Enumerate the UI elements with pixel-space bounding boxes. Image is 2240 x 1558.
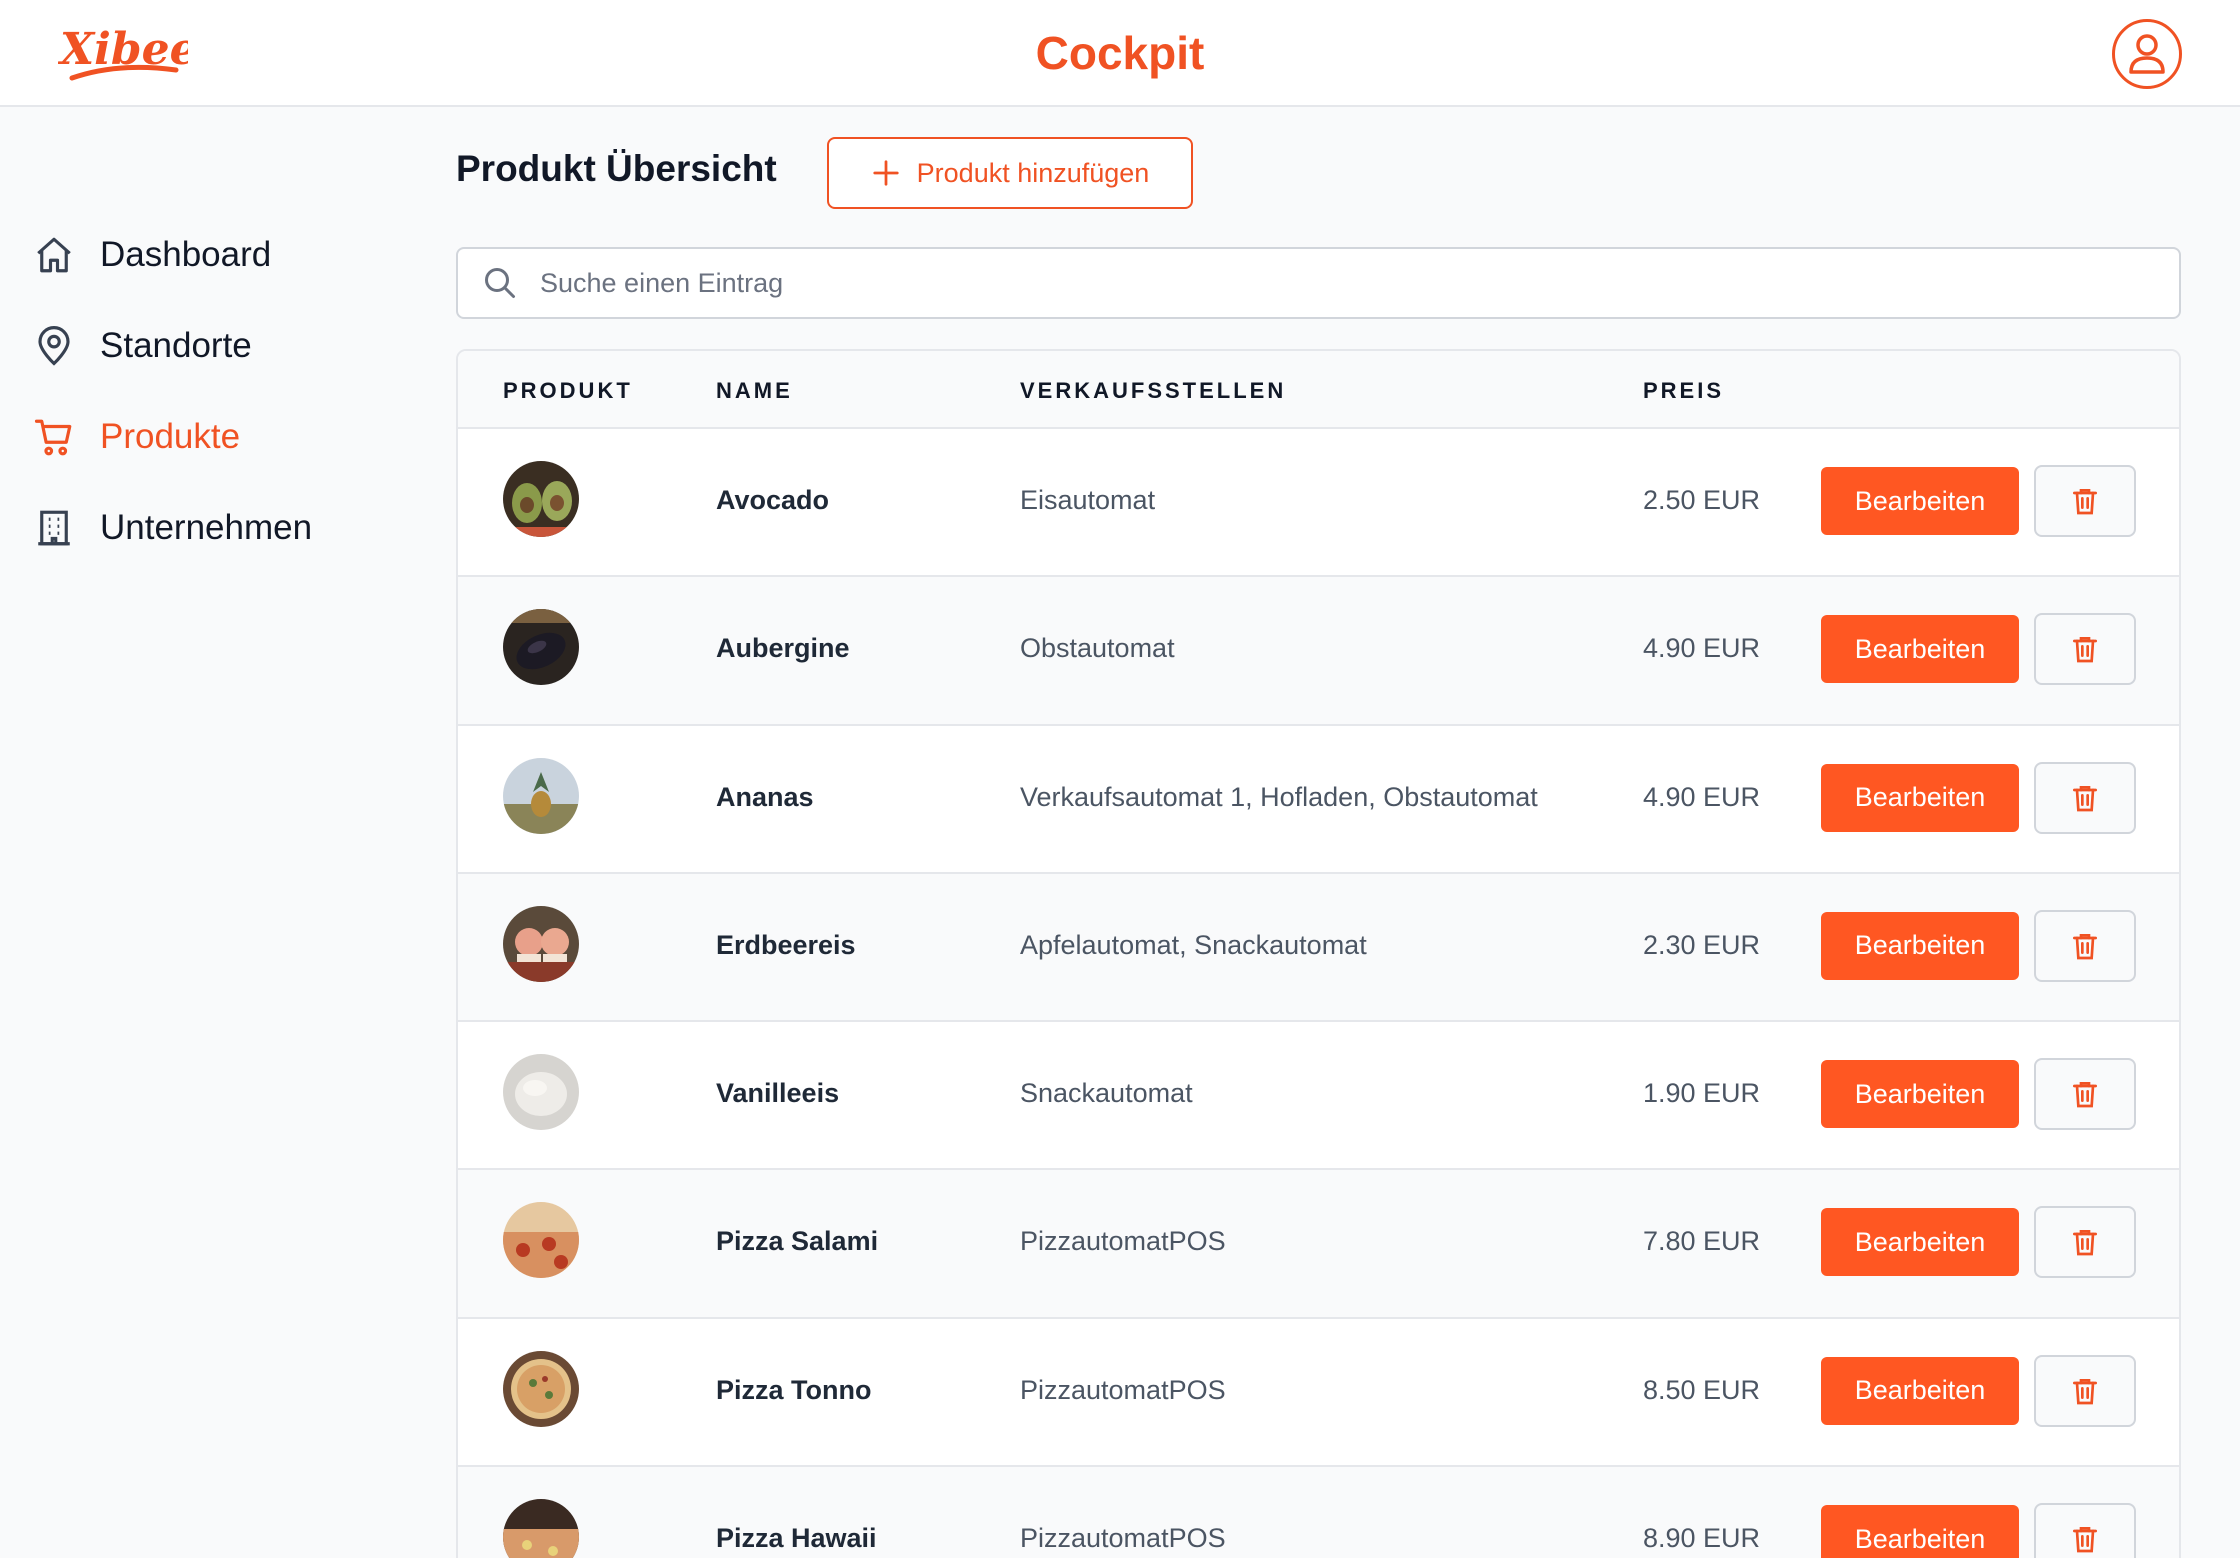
trash-icon xyxy=(2073,785,2097,811)
product-name: Erdbeereis xyxy=(716,929,856,960)
page-title: Produkt Übersicht xyxy=(456,148,777,189)
product-image-pizza-salami xyxy=(503,1202,579,1279)
app-title: Cockpit xyxy=(1035,27,1205,79)
delete-button[interactable] xyxy=(2034,909,2136,982)
product-stores: Eisautomat xyxy=(1020,485,1156,515)
sidebar-item-label: Dashboard xyxy=(100,235,272,274)
product-stores: Obstautomat xyxy=(1020,633,1175,664)
table-row: Ananas Verkaufsautomat 1, Hofladen, Obst… xyxy=(458,725,2179,874)
building-icon xyxy=(32,506,76,550)
delete-button[interactable] xyxy=(2034,613,2136,686)
search-box xyxy=(456,247,2181,319)
delete-button[interactable] xyxy=(2034,1058,2136,1131)
product-image-vanilleeis xyxy=(503,1054,579,1131)
edit-button[interactable]: Bearbeiten xyxy=(1821,763,2019,832)
delete-button[interactable] xyxy=(2034,761,2136,834)
sidebar-item-label: Unternehmen xyxy=(100,508,313,547)
product-stores: Verkaufsautomat 1, Hofladen, Obstautomat xyxy=(1020,781,1538,812)
sidebar-item-standorte[interactable]: Standorte xyxy=(32,316,252,376)
product-stores: Apfelautomat, Snackautomat xyxy=(1020,929,1367,960)
user-icon xyxy=(2129,34,2165,74)
product-price: 2.30 EUR xyxy=(1643,929,1761,960)
add-product-label: Produkt hinzufügen xyxy=(916,157,1150,188)
edit-button[interactable]: Bearbeiten xyxy=(1821,1208,2019,1277)
product-image-avocado xyxy=(503,461,579,537)
search-icon xyxy=(482,264,520,302)
trash-icon xyxy=(2073,1230,2097,1256)
product-stores: Snackautomat xyxy=(1020,1078,1193,1109)
sidebar-item-produkte[interactable]: Produkte xyxy=(32,407,240,467)
product-image-erdbeereis xyxy=(503,905,579,982)
product-stores: PizzautomatPOS xyxy=(1020,1226,1226,1257)
trash-icon xyxy=(2073,489,2097,515)
edit-button[interactable]: Bearbeiten xyxy=(1821,1505,2019,1558)
top-bar: Xibee Cockpit xyxy=(0,0,2240,107)
trash-icon xyxy=(2073,1527,2097,1553)
product-price: 7.80 EUR xyxy=(1643,1226,1761,1257)
table-row: Pizza Salami PizzautomatPOS 7.80 EUR Bea… xyxy=(458,1170,2179,1319)
delete-button[interactable] xyxy=(2034,1354,2136,1427)
profile-button[interactable] xyxy=(2112,19,2182,89)
search-input[interactable] xyxy=(540,267,2140,299)
column-header-produkt: PRODUKT xyxy=(503,378,633,403)
product-price: 1.90 EUR xyxy=(1643,1078,1761,1109)
column-header-name: NAME xyxy=(716,378,793,403)
product-name: Vanilleeis xyxy=(716,1078,840,1109)
product-name: Ananas xyxy=(716,781,814,812)
product-name: Aubergine xyxy=(716,633,850,664)
trash-icon xyxy=(2073,1082,2097,1108)
product-image-ananas xyxy=(503,757,579,834)
product-image-pizza-tonno xyxy=(503,1350,579,1427)
trash-icon xyxy=(2073,1378,2097,1405)
sidebar-item-label: Standorte xyxy=(100,326,252,365)
product-name: Pizza Tonno xyxy=(716,1374,872,1405)
product-stores: PizzautomatPOS xyxy=(1020,1523,1226,1554)
edit-button[interactable]: Bearbeiten xyxy=(1821,467,2019,535)
edit-button[interactable]: Bearbeiten xyxy=(1821,1060,2019,1129)
table-row: Pizza Hawaii PizzautomatPOS 8.90 EUR Bea… xyxy=(458,1467,2179,1558)
map-pin-icon xyxy=(32,324,76,368)
add-product-button[interactable]: Produkt hinzufügen xyxy=(827,137,1193,209)
column-header-preis: PREIS xyxy=(1643,378,1725,403)
plus-icon xyxy=(873,160,899,186)
table-row: Aubergine Obstautomat 4.90 EUR Bearbeite… xyxy=(458,577,2179,726)
delete-button[interactable] xyxy=(2034,1206,2136,1279)
products-table: PRODUKT NAME VERKAUFSSTELLEN PREIS Avoca… xyxy=(456,349,2181,1558)
product-price: 8.90 EUR xyxy=(1643,1523,1761,1554)
shopping-cart-icon xyxy=(32,415,76,459)
table-row: Avocado Eisautomat 2.50 EUR Bearbeiten xyxy=(458,429,2179,578)
table-row: Pizza Tonno PizzautomatPOS 8.50 EUR Bear… xyxy=(458,1318,2179,1468)
sidebar-item-dashboard[interactable]: Dashboard xyxy=(32,225,271,285)
product-price: 8.50 EUR xyxy=(1643,1374,1761,1405)
product-image-aubergine xyxy=(503,609,579,686)
table-row: Erdbeereis Apfelautomat, Snackautomat 2.… xyxy=(458,873,2179,1023)
table-row: Vanilleeis Snackautomat 1.90 EUR Bearbei… xyxy=(458,1022,2179,1171)
trash-icon xyxy=(2073,933,2097,960)
product-stores: PizzautomatPOS xyxy=(1020,1374,1226,1405)
delete-button[interactable] xyxy=(2034,465,2136,537)
product-image-pizza-hawaii xyxy=(503,1499,579,1558)
product-name: Pizza Hawaii xyxy=(716,1523,877,1554)
edit-button[interactable]: Bearbeiten xyxy=(1821,1356,2019,1425)
product-price: 4.90 EUR xyxy=(1643,781,1761,812)
edit-button[interactable]: Bearbeiten xyxy=(1821,911,2019,980)
product-price: 4.90 EUR xyxy=(1643,633,1761,664)
product-price: 2.50 EUR xyxy=(1643,485,1761,515)
delete-button[interactable] xyxy=(2034,1503,2136,1558)
edit-button[interactable]: Bearbeiten xyxy=(1821,615,2019,684)
home-icon xyxy=(32,233,76,277)
trash-icon xyxy=(2073,637,2097,663)
product-name: Avocado xyxy=(716,485,830,515)
column-header-verkaufsstellen: VERKAUFSSTELLEN xyxy=(1020,378,1287,403)
sidebar-item-label: Produkte xyxy=(100,417,241,456)
sidebar-item-unternehmen[interactable]: Unternehmen xyxy=(32,498,312,558)
product-name: Pizza Salami xyxy=(716,1226,879,1257)
table-header: PRODUKT NAME VERKAUFSSTELLEN PREIS xyxy=(458,351,2179,429)
